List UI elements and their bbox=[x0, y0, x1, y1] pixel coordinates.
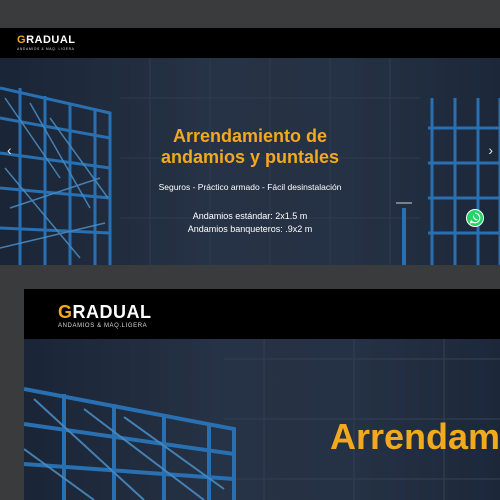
hero-title-zoom: Arrendam bbox=[330, 416, 500, 457]
spec-banquetero: Andamios banqueteros: .9x2 m bbox=[187, 224, 313, 234]
brand-logo[interactable]: GRADUAL ANDAMIOS & MAQ. LIGERA bbox=[17, 34, 76, 52]
spec-standard: Andamios estándar: 2x1.5 m bbox=[192, 211, 308, 221]
whatsapp-icon[interactable] bbox=[466, 209, 484, 227]
desktop-preview: GRADUAL ANDAMIOS & MAQ. LIGERA ‹ › Arren… bbox=[0, 28, 500, 265]
navbar-zoom: GRADUAL ANDAMIOS & MAQ.LIGERA bbox=[24, 289, 500, 339]
logo-tagline-zoom: ANDAMIOS & MAQ.LIGERA bbox=[58, 323, 148, 329]
zoomed-preview: GRADUAL ANDAMIOS & MAQ.LIGERA Arrendam bbox=[24, 289, 500, 500]
hero-specs: Andamios estándar: 2x1.5 m Andamios banq… bbox=[0, 210, 500, 236]
logo-tagline: ANDAMIOS & MAQ. LIGERA bbox=[17, 47, 75, 51]
logo-wordmark-zoom: GRADUAL bbox=[58, 302, 152, 322]
hero-subtitle: Seguros - Práctico armado - Fácil desins… bbox=[158, 182, 342, 192]
hero-title-line1: Arrendamiento de bbox=[172, 126, 328, 146]
logo-wordmark: GRADUAL bbox=[17, 34, 76, 46]
navbar: GRADUAL ANDAMIOS & MAQ. LIGERA bbox=[0, 28, 500, 58]
brand-logo-zoom[interactable]: GRADUAL ANDAMIOS & MAQ.LIGERA bbox=[58, 303, 152, 329]
hero-title: Arrendamiento de andamios y puntales bbox=[0, 126, 500, 168]
hero-banner: ‹ › Arrendamiento de andamios y puntales… bbox=[0, 58, 500, 265]
hero-content: Arrendamiento de andamios y puntales Seg… bbox=[0, 126, 500, 236]
hero-title-line2: andamios y puntales bbox=[160, 147, 340, 167]
